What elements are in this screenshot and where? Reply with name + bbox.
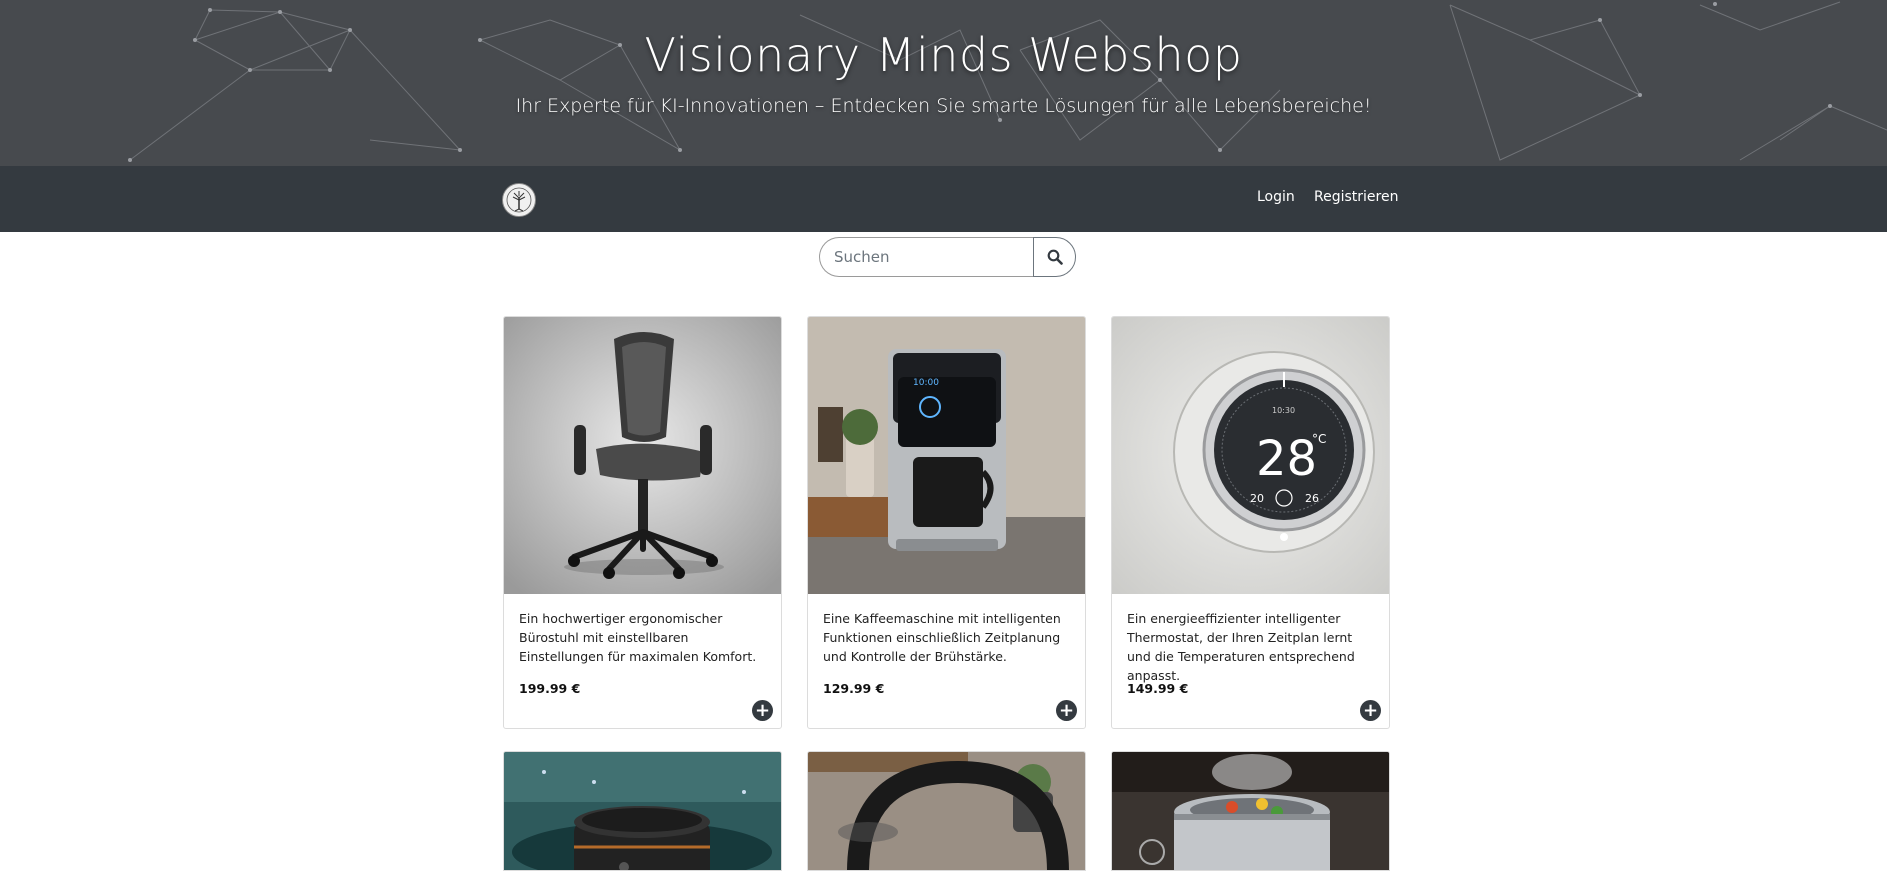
site-title: Visionary Minds Webshop: [644, 28, 1243, 82]
product-description: Ein hochwertiger ergonomischer Bürostuhl…: [519, 611, 757, 664]
plus-icon: +: [1058, 699, 1075, 721]
product-card: Ein hochwertiger ergonomischer Bürostuhl…: [503, 316, 782, 729]
product-image-pressure-cooker[interactable]: [1112, 752, 1389, 871]
product-image-thermostat[interactable]: 28 °C 10:30 20 26: [1112, 317, 1389, 594]
product-image-headphones[interactable]: [808, 752, 1085, 871]
search-input[interactable]: [819, 237, 1035, 277]
hero-banner: Visionary Minds Webshop Ihr Experte für …: [0, 0, 1887, 166]
login-link[interactable]: Login: [1257, 189, 1295, 205]
plus-icon: +: [754, 699, 771, 721]
product-description: Ein energieeffizienter intelligenter The…: [1127, 611, 1355, 683]
product-card-partial: [503, 751, 782, 871]
add-to-cart-button[interactable]: +: [752, 700, 773, 721]
product-price: 129.99 €: [823, 681, 885, 696]
plus-icon: +: [1362, 699, 1379, 721]
thermostat-unit: °C: [1312, 432, 1326, 446]
thermostat-left-value: 20: [1250, 492, 1264, 505]
register-link[interactable]: Registrieren: [1314, 189, 1398, 205]
navbar: Login Registrieren: [0, 166, 1887, 232]
coffee-display-time: 10:00: [913, 378, 939, 388]
product-card: 10:00 Eine Kaffeemaschine mit intelligen…: [807, 316, 1086, 729]
thermostat-time: 10:30: [1272, 406, 1295, 415]
network-pattern: [128, 1, 1887, 162]
product-image-office-chair[interactable]: [504, 317, 781, 594]
product-price: 199.99 €: [519, 681, 581, 696]
product-price: 149.99 €: [1127, 681, 1189, 696]
product-card-partial: [1111, 751, 1390, 871]
product-card-partial: [807, 751, 1086, 871]
site-subtitle: Ihr Experte für KI-Innovationen – Entdec…: [515, 95, 1372, 117]
search-icon: [1047, 249, 1063, 265]
product-image-speaker[interactable]: [504, 752, 781, 871]
search-button[interactable]: [1033, 237, 1076, 277]
product-card: 28 °C 10:30 20 26 Ein energieeffizienter…: [1111, 316, 1390, 729]
logo-tree-icon[interactable]: [502, 183, 536, 217]
thermostat-temperature: 28: [1256, 431, 1317, 487]
add-to-cart-button[interactable]: +: [1056, 700, 1077, 721]
search-form: [819, 237, 1076, 277]
product-description: Eine Kaffeemaschine mit intelligenten Fu…: [823, 611, 1061, 664]
add-to-cart-button[interactable]: +: [1360, 700, 1381, 721]
product-image-coffee-machine[interactable]: 10:00: [808, 317, 1085, 594]
thermostat-right-value: 26: [1305, 492, 1319, 505]
